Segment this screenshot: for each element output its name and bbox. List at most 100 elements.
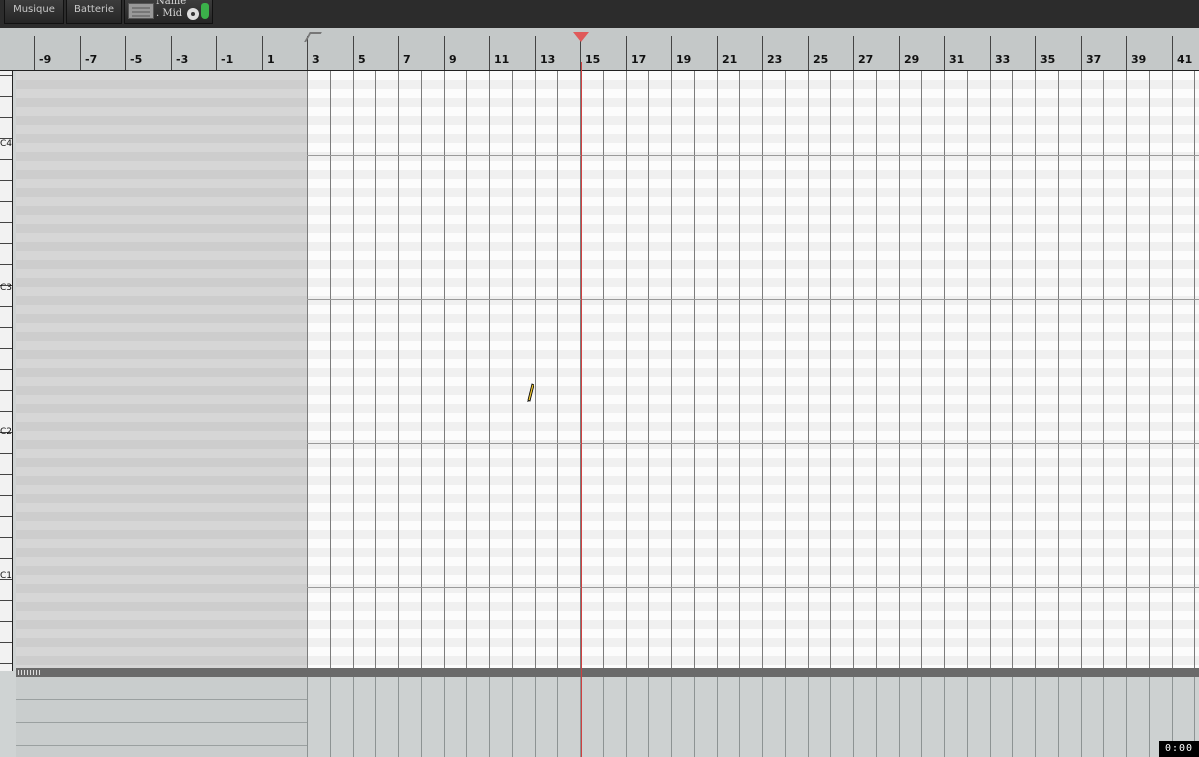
lane-beat-line [1035,677,1036,757]
ruler-tick [671,36,672,70]
ruler-tick [1126,36,1127,70]
key-divider [0,642,12,643]
grid-beat-line [990,71,991,668]
octave-label: C3 [0,283,13,293]
ruler-tick [34,36,35,70]
piano-keyboard[interactable]: C4 C3 C2 C1 [0,71,13,671]
octave-label: C4 [0,139,13,149]
octave-label: C2 [0,427,13,437]
ruler-tick [171,36,172,70]
lane-beat-line [648,677,649,757]
playhead-marker-icon[interactable] [573,32,589,42]
grid-beat-line [626,71,627,668]
grid-beat-line [421,71,422,668]
grid-beat-line [1058,71,1059,668]
lane-beat-line [830,677,831,757]
lane-beat-line [626,677,627,757]
ruler-label: 35 [1040,53,1056,66]
ruler-tick [1081,36,1082,70]
key-divider [0,75,12,76]
controller-lane-grid[interactable] [307,677,1199,757]
key-divider [0,495,12,496]
grid-beat-line [944,71,945,668]
footprint-icon[interactable] [201,3,209,19]
lane-beat-line [375,677,376,757]
ruler-tick [353,36,354,70]
ruler-label: -1 [221,53,234,66]
ruler-tick [1172,36,1173,70]
lane-beat-line [444,677,445,757]
key-divider [0,243,12,244]
lane-beat-line [785,677,786,757]
ruler-label: 21 [722,53,738,66]
lane-beat-line [603,677,604,757]
film-reel-icon[interactable] [187,8,199,20]
ruler-label: 33 [995,53,1011,66]
ruler-label: -5 [130,53,143,66]
lane-beat-line [307,677,308,757]
time-display: 0:00 [1159,741,1199,757]
lane-beat-line [330,677,331,757]
key-divider [0,117,12,118]
grid-beat-line [808,71,809,668]
musique-button[interactable]: Musique [4,0,64,24]
key-divider [0,537,12,538]
ruler-tick [990,36,991,70]
grid-beat-line [353,71,354,668]
ruler-label: -7 [85,53,98,66]
lane-beat-line [671,677,672,757]
grid-beat-line [785,71,786,668]
ruler-label: 9 [449,53,457,66]
toolbar: Musique Batterie Name . Mid [0,0,1199,28]
piano-roll-grid[interactable] [307,71,1199,668]
ruler-label: 37 [1086,53,1102,66]
key-divider [0,663,12,664]
lane-beat-line [876,677,877,757]
ruler-label: -9 [39,53,52,66]
lane-beat-line [739,677,740,757]
pane-splitter[interactable] [16,668,1199,677]
pencil-cursor-icon [527,383,534,402]
lane-divider [16,722,307,723]
ruler-tick [489,36,490,70]
ruler-label: 13 [540,53,556,66]
ruler-label: 31 [949,53,965,66]
lane-beat-line [1012,677,1013,757]
grid-beat-line [762,71,763,668]
grid-beat-line [671,71,672,668]
ruler-label: 3 [312,53,320,66]
lane-divider [16,699,307,700]
grid-beat-line [694,71,695,668]
lane-beat-line [990,677,991,757]
grid-beat-line [899,71,900,668]
lane-beat-line [1126,677,1127,757]
grid-beat-line [489,71,490,668]
ruler-tick [125,36,126,70]
lane-beat-line [353,677,354,757]
ruler-tick [1035,36,1036,70]
key-divider [0,600,12,601]
key-divider [0,411,12,412]
keyboard-icon[interactable] [128,3,154,19]
grid-beat-line [444,71,445,668]
grid-beat-line [1103,71,1104,668]
key-divider [0,369,12,370]
key-divider [0,558,12,559]
splitter-grip-icon[interactable] [18,670,42,675]
lane-beat-line [421,677,422,757]
grid-beat-line [830,71,831,668]
lane-beat-line [899,677,900,757]
lane-beat-line [535,677,536,757]
key-divider [0,159,12,160]
measure-ruler[interactable]: -9 -7 -5 -3 -1 1 3 5 7 9 11 13 15 17 19 21 23 25 27 29 31 33 3… [0,28,1199,71]
grid-beat-line [648,71,649,668]
ruler-label: 29 [904,53,920,66]
file-panel[interactable]: Name . Mid [124,0,213,24]
lane-divider [16,745,307,746]
key-divider [0,474,12,475]
batterie-button[interactable]: Batterie [66,0,122,24]
grid-beat-line [535,71,536,668]
ruler-tick [216,36,217,70]
ruler-tick [808,36,809,70]
lane-beat-line [853,677,854,757]
